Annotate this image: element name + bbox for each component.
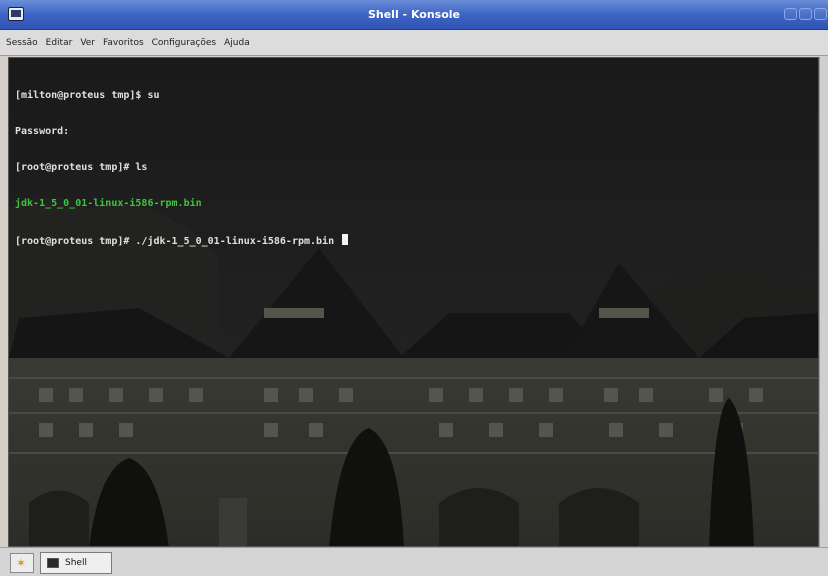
terminal-line: Password:	[15, 126, 70, 137]
menu-sessao[interactable]: Sessão	[6, 38, 38, 48]
terminal-command-text: [root@proteus tmp]# ./jdk-1_5_0_01-linux…	[15, 236, 341, 247]
menu-ajuda[interactable]: Ajuda	[224, 38, 250, 48]
menu-editar[interactable]: Editar	[46, 38, 73, 48]
minimize-button[interactable]	[784, 8, 797, 20]
close-button[interactable]	[814, 8, 827, 20]
terminal-current-line: [root@proteus tmp]# ./jdk-1_5_0_01-linux…	[15, 234, 349, 247]
session-tab-shell[interactable]: Shell	[40, 552, 112, 574]
menu-configuracoes[interactable]: Configurações	[152, 38, 216, 48]
menu-ver[interactable]: Ver	[80, 38, 95, 48]
terminal-line-file: jdk-1_5_0_01-linux-i586-rpm.bin	[15, 198, 202, 209]
terminal-line: [root@proteus tmp]# ls	[15, 162, 148, 173]
terminal-view[interactable]: [milton@proteus tmp]$ su Password: [root…	[8, 57, 819, 547]
title-bar[interactable]: Shell - Konsole	[0, 0, 828, 30]
terminal-line: [milton@proteus tmp]$ su	[15, 90, 160, 101]
terminal-output: [milton@proteus tmp]$ su Password: [root…	[15, 66, 349, 270]
session-tab-label: Shell	[65, 558, 87, 568]
menu-favoritos[interactable]: Favoritos	[103, 38, 144, 48]
new-session-button[interactable]: ✶	[10, 553, 34, 573]
menu-bar: Sessão Editar Ver Favoritos Configuraçõe…	[0, 30, 828, 56]
window-title: Shell - Konsole	[367, 8, 461, 21]
new-session-star-icon: ✶	[16, 556, 27, 570]
session-tab-bar: ✶ Shell	[0, 547, 828, 576]
terminal-scrollbar[interactable]	[819, 57, 828, 547]
maximize-button[interactable]	[799, 8, 812, 20]
terminal-icon	[47, 558, 59, 568]
text-cursor	[342, 234, 349, 245]
